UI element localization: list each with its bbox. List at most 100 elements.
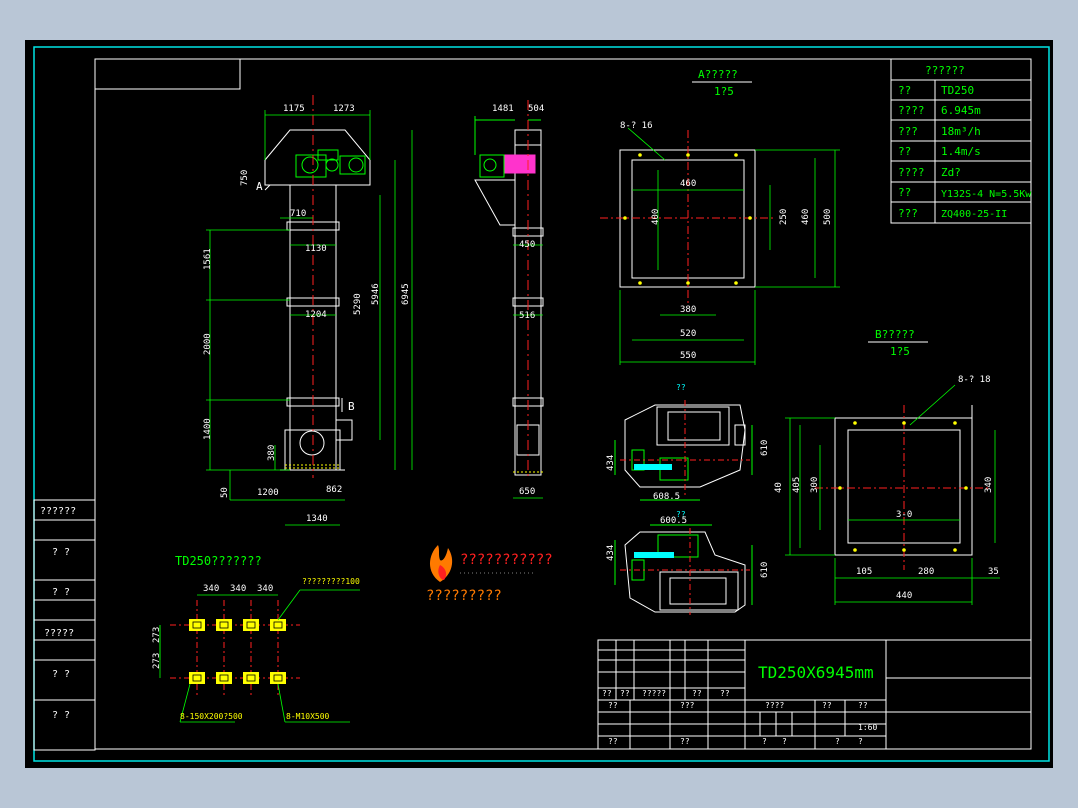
tb-header-4: ??: [692, 689, 702, 698]
foundation-note-bottom-left: 8-150X200?500: [180, 712, 243, 721]
spec-name-3: ???: [898, 125, 918, 138]
foundation-dim-273-2: 273: [152, 653, 162, 669]
margin-label-6: ? ?: [52, 710, 70, 721]
view-b-dim-300: 300: [810, 477, 820, 493]
tb-bottom-3: ?: [835, 737, 840, 746]
dim-1204: 1204: [305, 310, 327, 320]
drawing-title: TD250X6945mm: [758, 663, 874, 682]
view-a-dim-500: 500: [823, 209, 833, 225]
view-b-hole-note: 8-? 18: [958, 375, 991, 385]
dim-862: 862: [326, 485, 342, 495]
tb-right-3: ??: [858, 701, 868, 710]
dim-750: 750: [240, 170, 250, 186]
view-b-dim-3-0: 3-0: [896, 510, 912, 520]
dim-50: 50: [220, 487, 230, 498]
margin-label-1: ??????: [40, 506, 76, 517]
view-a-scale: 1?5: [714, 85, 734, 98]
view-a-dim-250: 250: [779, 209, 789, 225]
tb-header-3: ?????: [642, 689, 666, 698]
section-marker-a: A: [256, 180, 263, 193]
view-b-dim-105: 105: [856, 567, 872, 577]
view-b-dim-280: 280: [918, 567, 934, 577]
dim-1273: 1273: [333, 104, 355, 114]
tb-header-1: ??: [602, 689, 612, 698]
view-a-title: A?????: [698, 68, 738, 81]
dim-1130: 1130: [305, 244, 327, 254]
motor-block: [504, 154, 536, 174]
tb-right-1: ????: [765, 701, 784, 710]
margin-label-2: ? ?: [52, 547, 70, 558]
spec-name-1: ??: [898, 84, 911, 97]
spec-name-7: ???: [898, 207, 918, 220]
tb-row3-2: ??: [680, 737, 690, 746]
margin-label-5: ? ?: [52, 669, 70, 680]
spec-value-5: Zd?: [941, 166, 961, 179]
dim-6945: 6945: [401, 283, 411, 305]
side-dim-516: 516: [519, 311, 535, 321]
tb-header-5: ??: [720, 689, 730, 698]
foundation-dim-340-2: 340: [230, 584, 246, 594]
dim-1175: 1175: [283, 104, 305, 114]
spec-value-1: TD250: [941, 84, 974, 97]
spec-name-2: ????: [898, 104, 925, 117]
plan-upper-dim-610: 610: [760, 440, 770, 456]
tb-header-2: ??: [620, 689, 630, 698]
dim-1200: 1200: [257, 488, 279, 498]
view-a-dim-520: 520: [680, 329, 696, 339]
cad-drawing: ?????? ? ? ? ? ????? ? ? ? ? 1175 1273 7…: [25, 40, 1053, 768]
spec-value-4: 1.4m/s: [941, 145, 981, 158]
view-a-dim-460v: 460: [801, 209, 811, 225]
tb-bottom-4: ?: [858, 737, 863, 746]
tb-right-2: ??: [822, 701, 832, 710]
logo-caption: ?????????: [426, 588, 502, 604]
view-b-dim-405: 405: [792, 477, 802, 493]
dim-380: 380: [267, 445, 277, 461]
view-a-hole-note: 8-? 16: [620, 121, 653, 131]
foundation-dim-273-1: 273: [152, 627, 162, 643]
spec-value-3: 18m³/h: [941, 125, 981, 138]
spec-value-7: ZQ400-25-II: [941, 209, 1007, 220]
tb-bottom-2: ?: [782, 737, 787, 746]
spec-name-5: ????: [898, 166, 925, 179]
spec-value-6: Y132S-4 N=5.5Kw: [941, 189, 1032, 200]
dim-1400: 1400: [203, 418, 213, 440]
plan-lower-dim-600: 600.5: [660, 516, 687, 526]
tb-scale: 1:60: [858, 723, 877, 732]
plan-lower-dim-434: 434: [606, 545, 616, 561]
side-dim-450: 450: [519, 240, 535, 250]
dim-2000: 2000: [203, 333, 213, 355]
view-a-dim-550: 550: [680, 351, 696, 361]
side-dim-1481: 1481: [492, 104, 514, 114]
tb-row2-1: ??: [608, 701, 618, 710]
view-a-dim-400: 400: [651, 209, 661, 225]
section-marker-b: B: [348, 400, 355, 413]
view-b-dim-440: 440: [896, 591, 912, 601]
logo-text: ???????????: [460, 552, 553, 568]
margin-label-4: ?????: [44, 628, 74, 639]
tb-row3-1: ??: [608, 737, 618, 746]
foundation-dim-340-3: 340: [257, 584, 273, 594]
tb-bottom-1: ?: [762, 737, 767, 746]
view-b-scale: 1?5: [890, 345, 910, 358]
dim-710: 710: [290, 209, 306, 219]
dim-1340: 1340: [306, 514, 328, 524]
dim-5290: 5290: [353, 293, 363, 315]
spec-title: ??????: [925, 64, 965, 77]
spec-name-6: ??: [898, 186, 911, 199]
margin-label-3: ? ?: [52, 587, 70, 598]
side-dim-650: 650: [519, 487, 535, 497]
plan-upper-label: ??: [676, 383, 686, 392]
dim-1561: 1561: [203, 248, 213, 270]
view-b-dim-340: 340: [984, 477, 994, 493]
dim-5946: 5946: [371, 283, 381, 305]
foundation-note-top: ?????????100: [302, 577, 360, 586]
side-dim-504: 504: [528, 104, 544, 114]
view-b-dim-35: 35: [988, 567, 999, 577]
plan-lower-dim-610: 610: [760, 562, 770, 578]
plan-upper-dim-608: 608.5: [653, 492, 680, 502]
tb-row2-2: ???: [680, 701, 695, 710]
plan-upper-dim-434: 434: [606, 455, 616, 471]
view-b-title: B?????: [875, 328, 915, 341]
foundation-note-bottom-right: 8-M10X500: [286, 712, 330, 721]
view-a-dim-460: 460: [680, 179, 696, 189]
